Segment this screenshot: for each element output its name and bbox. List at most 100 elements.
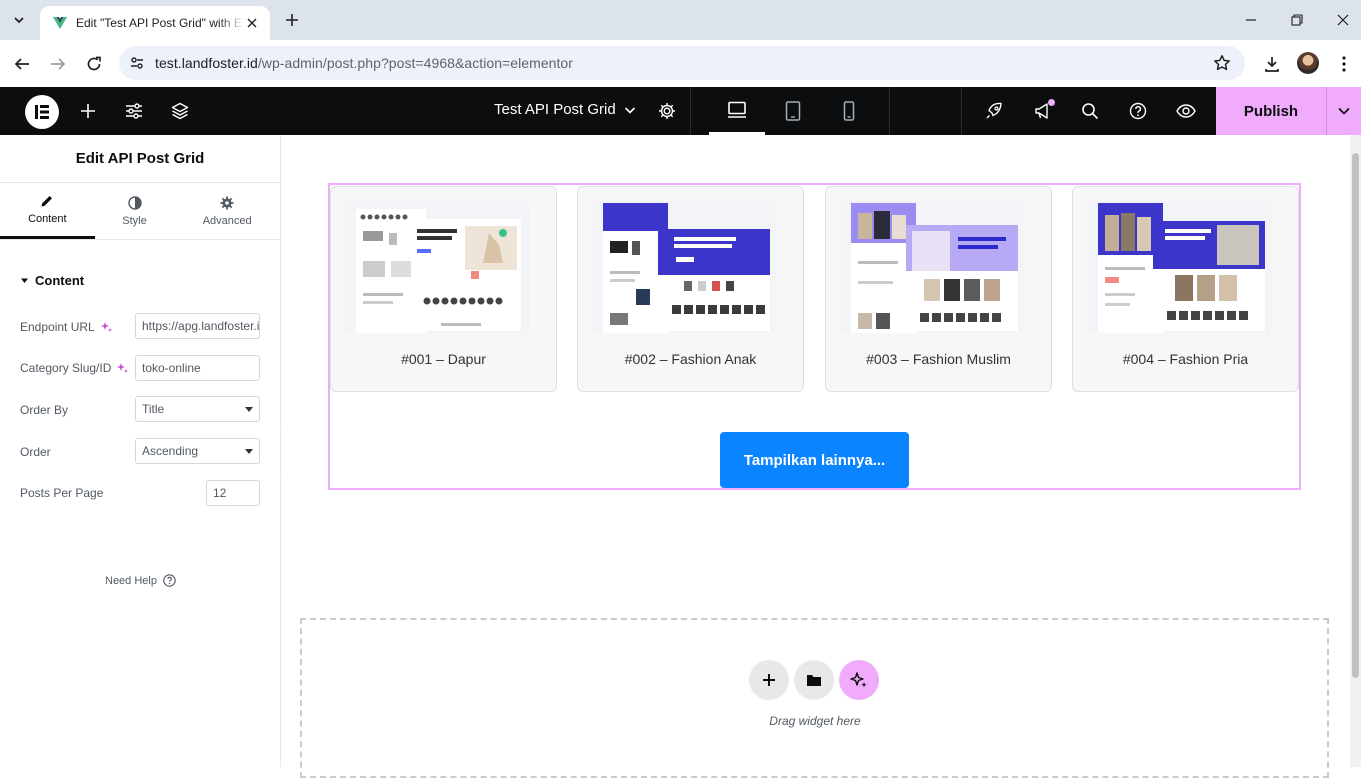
post-card[interactable]: #004 – Fashion Pria — [1072, 186, 1299, 392]
ai-sparkle-icon[interactable] — [116, 362, 129, 374]
add-section-button[interactable] — [749, 660, 789, 700]
back-icon[interactable] — [10, 52, 34, 76]
launchpad-rocket-icon[interactable] — [982, 99, 1006, 123]
minimize-icon[interactable] — [1241, 10, 1261, 30]
mobile-view-icon[interactable] — [821, 87, 877, 135]
chevron-down-icon — [624, 106, 635, 114]
ai-sparkle-icon[interactable] — [100, 321, 112, 333]
add-template-button[interactable] — [794, 660, 834, 700]
plus-icon — [763, 674, 775, 686]
whats-new-megaphone-icon[interactable] — [1031, 99, 1055, 123]
section-title: Content — [35, 273, 85, 288]
need-help-link[interactable]: Need Help — [105, 574, 176, 587]
tab-title: Edit "Test API Post Grid" with Elementor — [76, 16, 244, 30]
divider — [889, 87, 890, 135]
address-bar[interactable]: test.landfoster.id/wp-admin/post.php?pos… — [119, 46, 1245, 80]
browser-toolbar: test.landfoster.id/wp-admin/post.php?pos… — [0, 40, 1361, 87]
post-card-title[interactable]: #004 – Fashion Pria — [1073, 351, 1298, 367]
content-section-toggle[interactable]: Content — [20, 273, 84, 288]
reload-icon[interactable] — [82, 52, 106, 76]
url-path: /wp-admin/post.php?post=4968&action=elem… — [257, 55, 573, 71]
category-slug-label: Category Slug/ID — [20, 361, 129, 375]
url-text: test.landfoster.id/wp-admin/post.php?pos… — [155, 55, 573, 71]
divider — [961, 87, 962, 135]
post-card[interactable]: #002 – Fashion Anak — [577, 186, 804, 392]
post-thumbnail[interactable] — [592, 201, 777, 333]
page-settings-gear-icon[interactable] — [655, 99, 679, 123]
tab-close-icon[interactable] — [244, 15, 260, 31]
browser-menu-icon[interactable] — [1332, 52, 1356, 76]
tab-advanced-label: Advanced — [202, 214, 252, 227]
post-thumbnail[interactable] — [840, 201, 1025, 333]
document-title-dropdown[interactable]: Test API Post Grid — [494, 101, 636, 118]
order-value: Ascending — [142, 444, 199, 458]
order-by-select[interactable]: Title — [135, 396, 260, 422]
add-element-icon[interactable] — [76, 99, 100, 123]
panel-tabs: Content Style Advanced — [0, 183, 280, 240]
post-card-title[interactable]: #003 – Fashion Muslim — [826, 351, 1051, 367]
site-info-icon[interactable] — [119, 55, 155, 71]
tab-style[interactable]: Style — [95, 183, 175, 239]
post-card-title[interactable]: #001 – Dapur — [331, 351, 556, 367]
preview-eye-icon[interactable] — [1174, 99, 1198, 123]
vue-favicon-icon — [53, 17, 67, 29]
post-card[interactable]: #001 – Dapur — [330, 186, 557, 392]
forward-icon[interactable] — [46, 52, 70, 76]
caret-down-icon — [245, 406, 253, 412]
publish-button[interactable]: Publish — [1216, 87, 1326, 135]
endpoint-url-label-text: Endpoint URL — [20, 320, 95, 334]
bookmark-star-icon[interactable] — [1213, 54, 1231, 77]
panel-title: Edit API Post Grid — [0, 135, 280, 183]
posts-per-page-input[interactable]: 12 — [206, 480, 260, 506]
category-slug-label-text: Category Slug/ID — [20, 361, 112, 375]
drag-widget-hint: Drag widget here — [769, 714, 861, 728]
folder-icon — [807, 675, 821, 686]
help-icon — [163, 574, 176, 587]
tab-content[interactable]: Content — [0, 183, 95, 239]
browser-tabstrip: Edit "Test API Post Grid" with Elementor — [0, 0, 1361, 40]
elementor-logo-icon[interactable] — [25, 95, 59, 129]
editor-panel: Edit API Post Grid Content Style Advance… — [0, 135, 281, 767]
caret-down-icon — [21, 278, 28, 283]
need-help-text: Need Help — [105, 574, 157, 587]
canvas-scrollbar[interactable] — [1350, 135, 1361, 767]
close-window-icon[interactable] — [1333, 10, 1353, 30]
new-tab-icon[interactable] — [282, 10, 302, 30]
posts-per-page-label: Posts Per Page — [20, 486, 104, 500]
endpoint-url-label: Endpoint URL — [20, 320, 112, 334]
endpoint-url-input[interactable]: https://apg.landfoster.id — [135, 313, 260, 339]
url-host: test.landfoster.id — [155, 55, 258, 71]
post-thumbnail[interactable] — [345, 201, 530, 333]
structure-layers-icon[interactable] — [168, 99, 192, 123]
publish-options-chevron-icon[interactable] — [1326, 87, 1361, 135]
document-title: Test API Post Grid — [494, 101, 616, 118]
tab-search-chevron-icon[interactable] — [6, 8, 32, 32]
search-icon[interactable] — [1078, 99, 1102, 123]
tab-style-label: Style — [122, 214, 147, 227]
pencil-icon — [41, 196, 53, 207]
ai-generate-button[interactable] — [839, 660, 879, 700]
load-more-button[interactable]: Tampilkan lainnya... — [720, 432, 909, 488]
tablet-view-icon[interactable] — [765, 87, 821, 135]
post-card[interactable]: #003 – Fashion Muslim — [825, 186, 1052, 392]
ai-sparkle-icon — [850, 672, 867, 688]
help-icon[interactable] — [1126, 99, 1150, 123]
download-icon[interactable] — [1260, 52, 1284, 76]
order-select[interactable]: Ascending — [135, 438, 260, 464]
tab-advanced[interactable]: Advanced — [174, 183, 280, 239]
category-slug-input[interactable]: toko-online — [135, 355, 260, 381]
elementor-topbar: Test API Post Grid Publish — [0, 87, 1361, 135]
gear-icon — [220, 196, 234, 209]
order-label: Order — [20, 445, 51, 459]
browser-tab[interactable]: Edit "Test API Post Grid" with Elementor — [40, 6, 270, 40]
desktop-view-icon[interactable] — [709, 87, 765, 135]
restore-icon[interactable] — [1287, 10, 1307, 30]
order-by-label: Order By — [20, 403, 69, 417]
profile-avatar[interactable] — [1297, 52, 1319, 74]
scrollbar-thumb[interactable] — [1352, 153, 1359, 678]
post-card-title[interactable]: #002 – Fashion Anak — [578, 351, 803, 367]
caret-down-icon — [245, 448, 253, 454]
site-settings-sliders-icon[interactable] — [122, 99, 146, 123]
notification-dot — [1048, 99, 1055, 106]
post-thumbnail[interactable] — [1087, 201, 1272, 333]
